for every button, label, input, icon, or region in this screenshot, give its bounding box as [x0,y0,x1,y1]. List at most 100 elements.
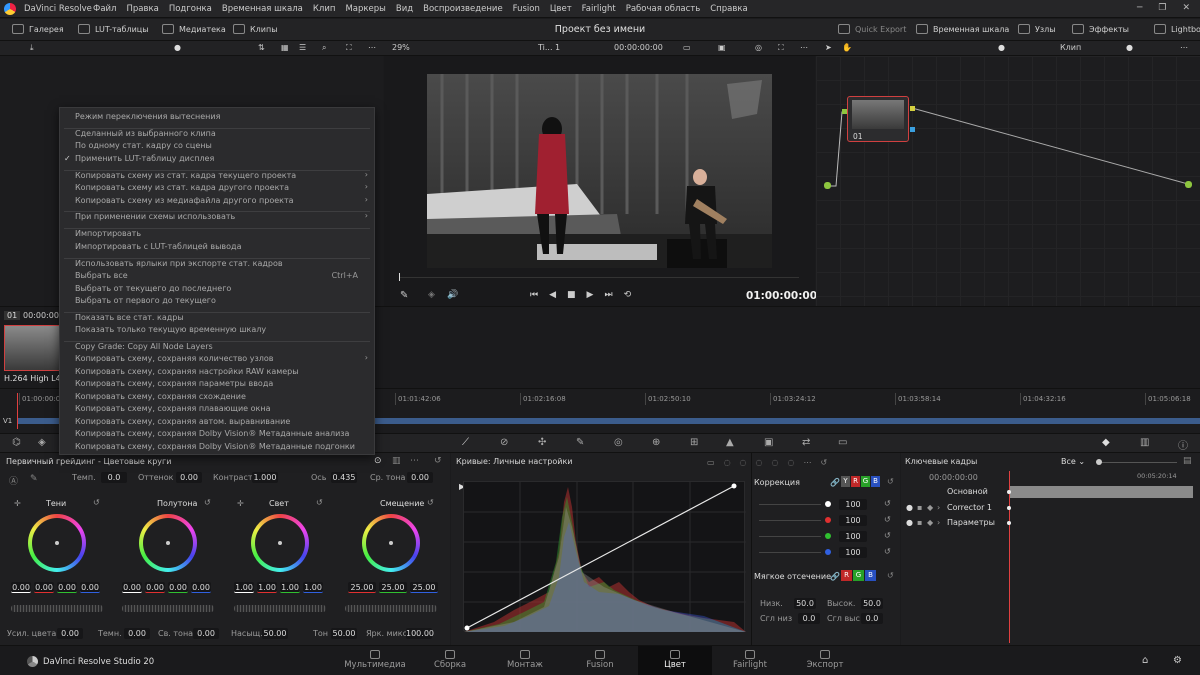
color-wheel[interactable] [139,514,197,572]
wheel-jog[interactable] [11,605,103,612]
minimize-icon[interactable]: ─ [1137,3,1142,13]
wheel-center-dot[interactable] [55,541,59,545]
hand-tool-icon[interactable]: ✋ [842,43,852,52]
menu-item[interactable]: Файл [93,4,116,14]
wheel-value[interactable]: 1.00 [257,582,277,593]
wheel-center-dot[interactable] [278,541,282,545]
toolbar-right-button-3[interactable]: Эффекты [1072,24,1129,34]
toolbar-right-button-0[interactable]: Quick Export [838,24,906,34]
wheel-value[interactable]: 0.00 [80,582,100,593]
wheel-value[interactable]: 1.00 [303,582,323,593]
viewer-mode-icon[interactable]: ▭ [683,43,691,52]
fullscreen-icon[interactable]: ⛶ [346,43,352,53]
context-menu-item[interactable]: По одному стат. кадру со сцены [75,141,212,150]
soft-clip-reset-icon[interactable]: ↺ [887,571,894,580]
toolbar-right-button-1[interactable]: Временная шкала [916,24,1009,34]
channel-value[interactable]: 100 [839,515,867,526]
wheel-reset-icon[interactable]: ↺ [427,498,434,507]
node-output-blue[interactable] [910,127,915,132]
wheel-value[interactable]: 0.00 [34,582,54,593]
node-01[interactable]: 01 [842,96,915,142]
color-wheel[interactable] [28,514,86,572]
node-slider-icon[interactable]: ● [1126,43,1133,52]
page-tab-0[interactable]: Мультимедиа [338,646,412,675]
bottom-field-value[interactable]: 0.00 [193,628,219,639]
3d-icon[interactable]: ▭ [838,437,847,448]
close-icon[interactable]: ✕ [1182,3,1190,13]
context-menu-item[interactable]: Копировать схему, сохраняя автом. выравн… [75,417,290,426]
go-to-start-icon[interactable]: ⏮ [530,290,538,300]
menu-item[interactable]: Вид [396,4,413,14]
wheel-value[interactable]: 25.00 [348,582,376,593]
menu-item[interactable]: Маркеры [345,4,385,14]
info-icon[interactable]: ⓘ [1178,437,1188,452]
camera-raw-icon[interactable]: ⌬ [12,437,21,448]
node-more-icon[interactable]: ⋯ [1180,43,1188,52]
context-menu-item[interactable]: Выбрать все [75,271,128,280]
wheel-reset-icon[interactable]: ↺ [316,498,323,507]
node-mode-selector[interactable]: Клип [1060,43,1081,52]
highlight-icon[interactable]: ◈ [428,290,435,300]
stop-icon[interactable]: ■ [567,290,576,300]
channel-button-B[interactable]: B [871,476,880,487]
keyframe-row-expand-icon[interactable]: › [937,503,940,512]
menu-item[interactable]: Fusion [513,4,540,14]
wheel-jog[interactable] [122,605,214,612]
bottom-field-value[interactable]: 50.00 [262,628,288,639]
channel-reset-icon[interactable]: ↺ [884,515,891,524]
node-input[interactable] [842,109,847,114]
top-field-value[interactable]: 1.000 [252,472,278,483]
soft-clip-button-B[interactable]: B [865,570,876,581]
node-output-yellow[interactable] [910,106,915,111]
menu-item[interactable]: Воспроизведение [423,4,503,14]
wheel-value[interactable]: 25.00 [379,582,407,593]
menu-item[interactable]: Fairlight [582,4,616,14]
gallery-slider-icon[interactable]: ● [174,43,181,52]
tracker-icon[interactable]: ⊕ [652,437,660,448]
keyframe-row-dot-icon[interactable]: ● [906,503,913,512]
top-field-value[interactable]: 0.00 [176,472,202,483]
soft-clip-button-R[interactable]: R [841,570,852,581]
soft-clip-value[interactable]: 50.0 [794,598,816,609]
keyframe-row-lock-icon[interactable]: ▪ [917,518,922,527]
wheel-reset-icon[interactable]: ↺ [204,498,211,507]
picker-icon[interactable]: ✎ [30,474,38,484]
menu-item[interactable]: Временная шкала [222,4,303,14]
context-menu-item[interactable]: Копировать схему, сохраняя Dolby Vision®… [75,442,355,451]
context-menu-item[interactable]: Копировать схему из стат. кадра текущего… [75,171,296,180]
channel-slider-dot[interactable] [825,517,831,523]
context-menu-item[interactable]: Копировать схему из медиафайла другого п… [75,196,294,205]
wheel-value[interactable]: 0.00 [168,582,188,593]
context-menu-item[interactable]: Выбрать от текущего до последнего [75,284,231,293]
channel-value[interactable]: 100 [839,547,867,558]
grid-view-icon[interactable]: ▦ [281,43,289,52]
wheel-picker-icon[interactable]: ✛ [14,499,21,508]
channel-slider-dot[interactable] [825,549,831,555]
reset-primaries-icon[interactable]: ↺ [434,456,442,466]
export-icon[interactable]: ⤓ [30,43,34,53]
power-window-icon[interactable]: ◎ [614,437,623,448]
wheel-jog[interactable] [345,605,437,612]
channel-reset-icon[interactable]: ↺ [884,547,891,556]
toolbar-right-button-4[interactable]: Lightbox [1154,24,1200,34]
soft-clip-value[interactable]: 0.0 [798,613,820,624]
color-warper-icon[interactable]: ⊘ [500,437,508,448]
menu-item[interactable]: Цвет [550,4,572,14]
sort-icon[interactable]: ⇅ [258,43,265,52]
wheel-value[interactable]: 0.00 [122,582,142,593]
curve-huevhue-icon[interactable]: ◌ [724,458,731,467]
maximize-icon[interactable]: ❐ [1158,3,1166,13]
channel-reset-icon[interactable]: ↺ [884,531,891,540]
node-zoom-slider-icon[interactable]: ● [998,43,1005,52]
magic-mask-icon[interactable]: ⊞ [690,437,698,448]
context-menu-item[interactable]: Копировать схему из стат. кадра другого … [75,183,289,192]
eyedropper-icon[interactable]: ✎ [400,290,408,301]
soft-clip-button-G[interactable]: G [853,570,864,581]
keyframe-row-expand-icon[interactable]: › [937,518,940,527]
channel-slider-dot[interactable] [825,533,831,539]
monitor-icon[interactable]: ▣ [718,43,726,52]
channel-value[interactable]: 100 [839,499,867,510]
qualifier-icon[interactable]: ✣ [538,437,546,448]
curve-more-icon[interactable]: ⋯ [803,458,811,467]
page-tab-1[interactable]: Сборка [413,646,487,675]
